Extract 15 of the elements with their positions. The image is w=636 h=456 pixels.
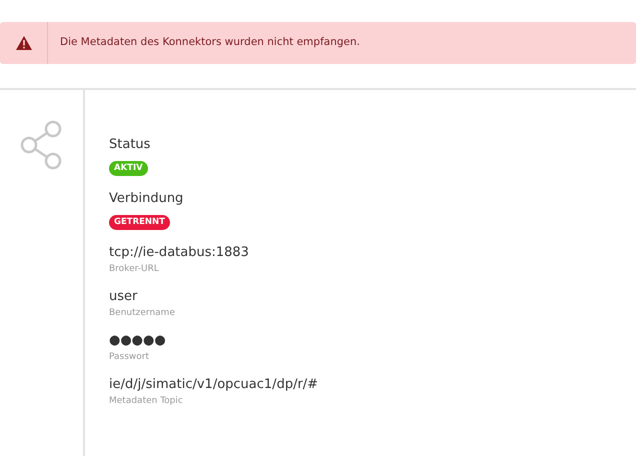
status-badge: AKTIV	[109, 161, 148, 176]
share-icon	[20, 120, 64, 170]
field-caption: Benutzername	[109, 307, 176, 319]
field-label: Status	[109, 136, 152, 153]
field-value: ●●●●●	[109, 332, 167, 349]
field-value: user	[109, 288, 138, 305]
field-caption: Metadaten Topic	[109, 395, 184, 407]
field-value: tcp://ie-databus:1883	[109, 244, 250, 261]
field-label: Verbindung	[109, 190, 184, 207]
status-badge: GETRENNT	[109, 215, 170, 230]
field-value: ie/d/j/simatic/v1/opcuac1/dp/r/#	[109, 376, 318, 393]
warning-icon	[16, 36, 32, 50]
field-caption: Broker-URL	[109, 263, 160, 275]
field-caption: Passwort	[109, 351, 150, 363]
alert-message: Die Metadaten des Konnektors wurden nicht empfangen.	[59, 35, 360, 50]
